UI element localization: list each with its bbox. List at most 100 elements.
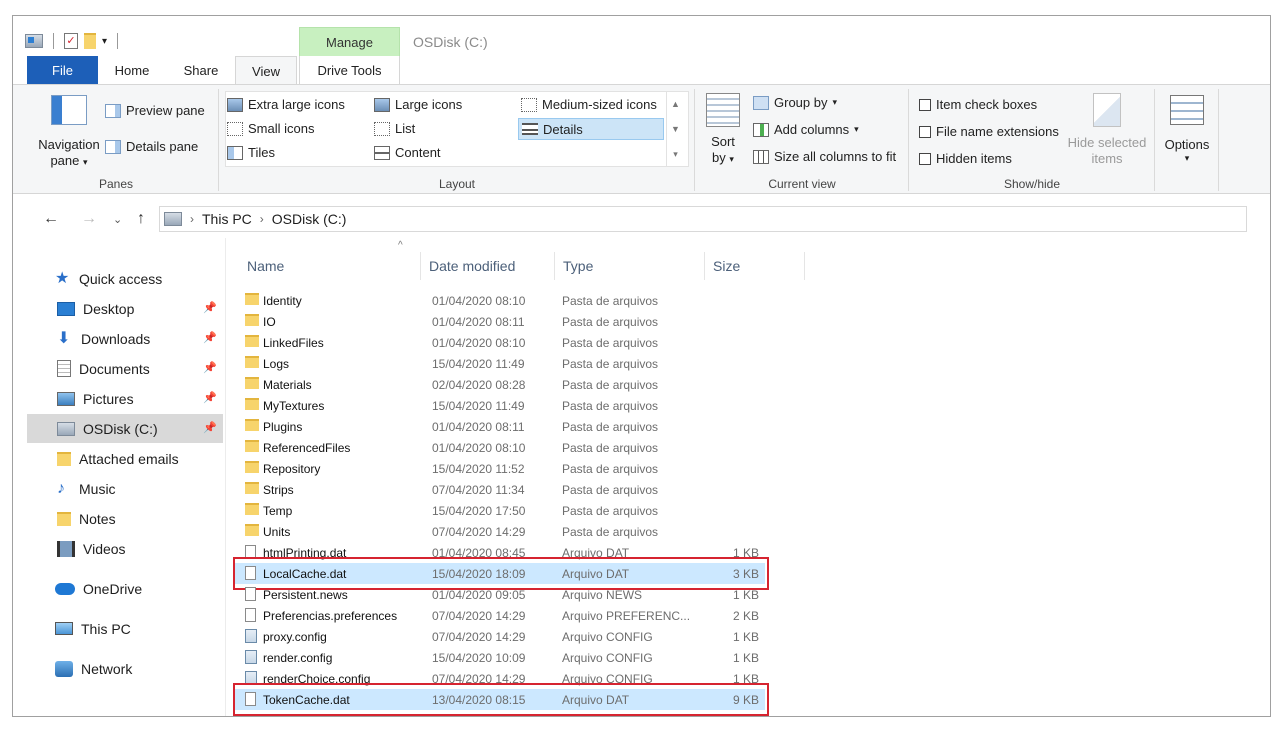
file-row[interactable]: ReferencedFiles 01/04/2020 08:10 Pasta de …	[235, 437, 765, 458]
column-header-date[interactable]: Date modified	[421, 252, 555, 280]
layout-content[interactable]: Content	[374, 145, 441, 160]
tab-share[interactable]: Share	[173, 56, 229, 84]
customize-toolbar-icon[interactable]: ▾	[102, 36, 107, 47]
preview-pane-label: Preview pane	[126, 103, 205, 118]
file-row[interactable]: proxy.config 07/04/2020 14:29 Arquivo CONF…	[235, 626, 765, 647]
sort-by-button[interactable]: Sort by ▾	[703, 93, 743, 167]
layout-gallery-scroll[interactable]: ▲ ▼ ▾	[666, 91, 684, 167]
column-header-name[interactable]: Name	[239, 252, 421, 280]
highlight-box	[233, 683, 769, 716]
sidebar-item-network[interactable]: Network	[27, 654, 223, 683]
options-button[interactable]: Options ▾	[1161, 95, 1213, 164]
pin-icon[interactable]: 📌	[203, 391, 217, 404]
file-row[interactable]: Materials 02/04/2020 08:28 Pasta de arquiv…	[235, 374, 765, 395]
layout-details[interactable]: Details	[518, 118, 664, 140]
file-row[interactable]: Units 07/04/2020 14:29 Pasta de arquivos	[235, 521, 765, 542]
back-arrow-icon[interactable]: ←	[43, 210, 59, 228]
folder-icon	[245, 503, 259, 515]
sidebar-item-osdisk-c[interactable]: OSDisk (C:) 📌	[27, 414, 223, 443]
size-all-columns-button[interactable]: Size all columns to fit	[753, 149, 896, 164]
file-row[interactable]: Identity 01/04/2020 08:10 Pasta de arquivo…	[235, 290, 765, 311]
file-name: Temp	[263, 503, 293, 518]
item-check-boxes-toggle[interactable]: Item check boxes	[919, 97, 1037, 112]
item-check-boxes-checkbox[interactable]	[919, 98, 931, 111]
hidden-items-toggle[interactable]: Hidden items	[919, 151, 1012, 166]
layout-small-icons[interactable]: Small icons	[227, 121, 314, 136]
column-header-type[interactable]: Type	[555, 252, 705, 280]
sidebar-item-this-pc[interactable]: This PC	[27, 614, 223, 643]
details-pane-icon	[105, 139, 121, 154]
sidebar-item-music[interactable]: ♪ Music	[27, 474, 223, 503]
layout-tiles[interactable]: Tiles	[227, 145, 275, 160]
forward-arrow-icon[interactable]: →	[81, 210, 97, 228]
pin-icon[interactable]: 📌	[203, 301, 217, 314]
cloud-icon	[55, 582, 75, 595]
pin-icon[interactable]: 📌	[203, 361, 217, 374]
scroll-up-icon[interactable]: ▲	[671, 99, 680, 109]
file-date: 07/04/2020 11:34	[432, 482, 525, 497]
file-icon	[245, 608, 256, 622]
layout-extra-large-icons[interactable]: Extra large icons	[227, 97, 345, 112]
navigation-pane-button[interactable]: Navigation pane ▾	[35, 95, 103, 170]
sidebar-item-notes[interactable]: Notes	[27, 504, 223, 533]
pin-icon[interactable]: 📌	[203, 421, 217, 434]
expand-gallery-icon[interactable]: ▾	[673, 149, 678, 160]
file-row[interactable]: LinkedFiles 01/04/2020 08:10 Pasta de arqu…	[235, 332, 765, 353]
hide-selected-items-button[interactable]: Hide selected items	[1063, 93, 1151, 167]
file-name-extensions-toggle[interactable]: File name extensions	[919, 124, 1059, 139]
sidebar-item-label: Downloads	[81, 330, 151, 347]
file-row[interactable]: Repository 15/04/2020 11:52 Pasta de arqui…	[235, 458, 765, 479]
sidebar-item-downloads[interactable]: ⬇ Downloads 📌	[27, 324, 223, 353]
navigation-pane-label: Navigation	[38, 137, 100, 152]
file-row[interactable]: Strips 07/04/2020 11:34 Pasta de arquivos	[235, 479, 765, 500]
file-row[interactable]: Persistent.news 01/04/2020 09:05 Arquivo N…	[235, 584, 765, 605]
size-all-columns-label: Size all columns to fit	[774, 149, 897, 164]
properties-icon[interactable]: ✓	[64, 33, 78, 49]
recent-locations-chevron-icon[interactable]: ⌄	[113, 213, 122, 226]
add-columns-button[interactable]: Add columns ▾	[753, 122, 859, 137]
address-bar[interactable]: › This PC › OSDisk (C:)	[159, 206, 1247, 232]
file-row[interactable]: Plugins 01/04/2020 08:11 Pasta de arquivos	[235, 416, 765, 437]
sidebar-item-videos[interactable]: Videos	[27, 534, 223, 563]
details-pane-button[interactable]: Details pane	[105, 139, 198, 154]
file-row[interactable]: Preferencias.preferences 07/04/2020 14:29…	[235, 605, 765, 626]
pin-icon[interactable]: 📌	[203, 331, 217, 344]
file-date: 01/04/2020 09:05	[432, 587, 526, 602]
file-name: ReferencedFiles	[263, 440, 351, 455]
sidebar-item-quick-access[interactable]: ★ Quick access	[27, 264, 223, 293]
sidebar-item-documents[interactable]: Documents 📌	[27, 354, 223, 383]
file-row[interactable]: Logs 15/04/2020 11:49 Pasta de arquivos	[235, 353, 765, 374]
tab-file[interactable]: File	[27, 56, 98, 84]
file-row[interactable]: Temp 15/04/2020 17:50 Pasta de arquivos	[235, 500, 765, 521]
folder-icon	[245, 377, 259, 389]
hide-selected-label: Hide selected	[1067, 135, 1147, 150]
layout-medium-icons[interactable]: Medium-sized icons	[521, 97, 657, 112]
tab-drive-tools[interactable]: Drive Tools	[299, 56, 400, 84]
layout-large-icons[interactable]: Large icons	[374, 97, 462, 112]
breadcrumb-this-pc[interactable]: This PC	[202, 211, 252, 227]
file-row[interactable]: render.config 15/04/2020 10:09 Arquivo CON…	[235, 647, 765, 668]
tab-view[interactable]: View	[235, 56, 297, 85]
manage-context-tab[interactable]: Manage	[299, 27, 400, 56]
hidden-items-checkbox[interactable]	[919, 152, 931, 165]
file-type: Pasta de arquivos	[562, 377, 659, 392]
preview-pane-button[interactable]: Preview pane	[105, 103, 205, 118]
scroll-down-icon[interactable]: ▼	[671, 124, 680, 134]
column-header-size[interactable]: Size	[705, 252, 805, 280]
sidebar-item-desktop[interactable]: Desktop 📌	[27, 294, 223, 323]
up-arrow-icon[interactable]: ↑	[137, 210, 145, 228]
sidebar-item-onedrive[interactable]: OneDrive	[27, 574, 223, 603]
file-row[interactable]: IO 01/04/2020 08:11 Pasta de arquivos	[235, 311, 765, 332]
breadcrumb-osdisk[interactable]: OSDisk (C:)	[272, 211, 347, 227]
tab-home[interactable]: Home	[103, 56, 161, 84]
sidebar-item-attached-emails[interactable]: Attached emails	[27, 444, 223, 473]
layout-list[interactable]: List	[374, 121, 415, 136]
group-by-button[interactable]: Group by ▾	[753, 95, 837, 110]
sidebar-item-label: Videos	[83, 540, 126, 557]
file-name-extensions-checkbox[interactable]	[919, 125, 931, 138]
new-folder-icon[interactable]	[84, 33, 96, 49]
drive-icon[interactable]	[25, 34, 43, 48]
navigation-pane-icon	[51, 95, 87, 125]
sidebar-item-pictures[interactable]: Pictures 📌	[27, 384, 223, 413]
file-row[interactable]: MyTextures 15/04/2020 11:49 Pasta de arqui…	[235, 395, 765, 416]
